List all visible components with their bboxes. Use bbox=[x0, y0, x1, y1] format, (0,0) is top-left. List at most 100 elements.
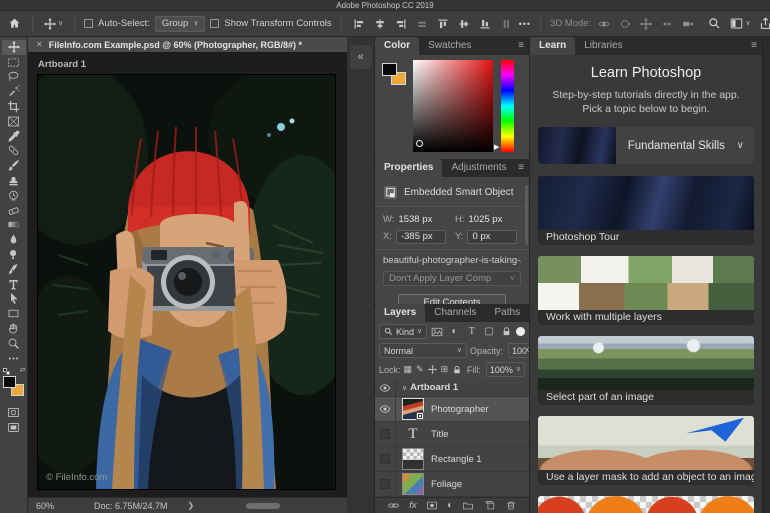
filter-type-layers-button[interactable]: T bbox=[465, 326, 479, 337]
crop-tool[interactable] bbox=[2, 99, 26, 114]
layer-row-title[interactable]: T Title bbox=[375, 422, 529, 447]
swap-colors-icon[interactable]: ⇄ bbox=[20, 366, 26, 374]
hue-slider[interactable] bbox=[501, 60, 514, 152]
new-adjustment-layer-button[interactable]: ◐ bbox=[447, 500, 453, 511]
tab-paths[interactable]: Paths bbox=[486, 304, 529, 322]
visibility-toggle[interactable] bbox=[375, 422, 396, 446]
layer-row-rectangle[interactable]: Rectangle 1 bbox=[375, 447, 529, 472]
saturation-brightness-picker[interactable] bbox=[413, 60, 493, 152]
hidden-visibility-box[interactable] bbox=[380, 479, 390, 489]
toolbar-more-button[interactable] bbox=[2, 351, 26, 366]
auto-select-dropdown[interactable]: Group ∨ bbox=[154, 15, 206, 32]
type-tool[interactable] bbox=[2, 277, 26, 292]
status-popup-chevron[interactable]: ❯ bbox=[188, 501, 195, 510]
lock-position-button[interactable] bbox=[427, 365, 437, 374]
color-picker-selector[interactable] bbox=[416, 140, 423, 147]
zoom-tool[interactable] bbox=[2, 336, 26, 351]
lock-transparency-button[interactable]: ▦ bbox=[404, 364, 413, 375]
filter-toggle-light[interactable] bbox=[516, 327, 526, 336]
filter-shape-layers-button[interactable]: ▢ bbox=[482, 326, 496, 337]
workspace-switcher[interactable]: ∨ bbox=[728, 15, 752, 32]
foreground-background-swatches[interactable]: ⇄ bbox=[2, 367, 26, 400]
panel-menu-icon[interactable]: ≡ bbox=[518, 37, 529, 55]
hand-tool[interactable] bbox=[2, 321, 26, 336]
close-tab-icon[interactable]: ✕ bbox=[36, 40, 43, 49]
rectangle-tool[interactable] bbox=[2, 306, 26, 321]
layer-thumbnail[interactable] bbox=[402, 398, 424, 420]
align-center-v-button[interactable] bbox=[456, 16, 472, 32]
frame-tool[interactable] bbox=[2, 114, 26, 129]
align-top-button[interactable] bbox=[435, 16, 451, 32]
tab-channels[interactable]: Channels bbox=[425, 304, 485, 322]
distribute-h-button[interactable] bbox=[414, 16, 430, 32]
align-more-button[interactable]: ••• bbox=[519, 19, 531, 29]
panel-menu-icon[interactable]: ≡ bbox=[518, 159, 529, 177]
tutorial-card-layer-mask[interactable]: Use a layer mask to add an object to an … bbox=[538, 415, 754, 485]
screen-mode-button[interactable] bbox=[2, 420, 26, 435]
visibility-toggle[interactable] bbox=[375, 447, 396, 471]
tutorial-card-select-part[interactable]: Select part of an image bbox=[538, 335, 754, 405]
new-layer-button[interactable] bbox=[484, 500, 496, 511]
foreground-color-swatch[interactable] bbox=[382, 63, 397, 76]
visibility-toggle[interactable] bbox=[375, 397, 396, 421]
canvas[interactable]: Artboard 1 © FileInfo.com bbox=[28, 53, 347, 497]
tutorial-card-multiple-layers[interactable]: Work with multiple layers bbox=[538, 255, 754, 325]
auto-select-checkbox[interactable] bbox=[84, 19, 94, 28]
panel-menu-icon[interactable]: ≡ bbox=[751, 37, 762, 55]
3d-roll-button[interactable] bbox=[617, 16, 633, 32]
layer-row-photographer[interactable]: Photographer bbox=[375, 397, 529, 422]
tutorial-card-photoshop-tour[interactable]: Photoshop Tour bbox=[538, 175, 754, 245]
quick-mask-button[interactable] bbox=[2, 406, 26, 421]
tab-learn[interactable]: Learn bbox=[530, 37, 576, 55]
layer-effects-button[interactable]: fx bbox=[409, 500, 416, 511]
artboard-label[interactable]: Artboard 1 bbox=[38, 59, 86, 70]
move-tool-preset[interactable]: ∨ bbox=[42, 16, 65, 32]
hidden-visibility-box[interactable] bbox=[380, 454, 390, 464]
link-layers-button[interactable] bbox=[387, 500, 400, 511]
tutorial-card-partial[interactable] bbox=[538, 495, 754, 513]
align-center-h-button[interactable] bbox=[372, 16, 388, 32]
tab-color[interactable]: Color bbox=[375, 37, 420, 55]
chevron-down-icon[interactable]: ∨ bbox=[402, 384, 407, 392]
eyedropper-tool[interactable] bbox=[2, 129, 26, 144]
layer-comp-select[interactable]: Don't Apply Layer Comp ∨ bbox=[383, 271, 521, 286]
edit-contents-button[interactable]: Edit Contents bbox=[398, 294, 506, 304]
new-group-button[interactable] bbox=[462, 500, 474, 511]
visibility-toggle[interactable] bbox=[375, 379, 396, 396]
align-left-button[interactable] bbox=[351, 16, 367, 32]
tab-swatches[interactable]: Swatches bbox=[419, 37, 480, 55]
3d-camera-button[interactable] bbox=[680, 16, 696, 32]
artboard[interactable]: © FileInfo.com bbox=[37, 74, 336, 490]
dodge-tool[interactable] bbox=[2, 247, 26, 262]
3d-orbit-button[interactable] bbox=[596, 16, 612, 32]
y-position-field[interactable]: 0 px bbox=[467, 229, 518, 244]
pen-tool[interactable] bbox=[2, 262, 26, 277]
lock-artboard-button[interactable]: ⊞ bbox=[441, 364, 449, 375]
x-position-field[interactable]: -385 px bbox=[395, 229, 446, 244]
rectangular-marquee-tool[interactable] bbox=[2, 55, 26, 70]
tab-layers[interactable]: Layers bbox=[375, 304, 426, 322]
history-brush-tool[interactable] bbox=[2, 188, 26, 203]
home-button[interactable] bbox=[6, 15, 23, 32]
show-transform-checkbox[interactable] bbox=[210, 19, 220, 28]
lock-all-button[interactable] bbox=[452, 365, 462, 375]
layer-thumbnail[interactable] bbox=[402, 448, 424, 470]
eraser-tool[interactable] bbox=[2, 203, 26, 218]
tab-adjustments[interactable]: Adjustments bbox=[442, 159, 515, 177]
search-button[interactable] bbox=[706, 15, 723, 32]
layer-row-artboard[interactable]: ∨ Artboard 1 bbox=[375, 379, 529, 397]
layer-row-foliage[interactable]: Foliage bbox=[375, 472, 529, 497]
hue-slider-arrow[interactable]: ▶ bbox=[494, 143, 499, 151]
zoom-level-field[interactable]: 60% bbox=[36, 501, 76, 511]
collapsed-panel-icon[interactable]: « bbox=[349, 45, 372, 69]
layer-thumbnail[interactable] bbox=[402, 473, 424, 495]
default-colors-icon[interactable] bbox=[2, 367, 10, 375]
share-button[interactable] bbox=[757, 15, 770, 32]
gradient-tool[interactable] bbox=[2, 218, 26, 233]
filter-smart-objects-button[interactable] bbox=[499, 326, 513, 337]
blur-tool[interactable] bbox=[2, 232, 26, 247]
opacity-field[interactable]: 100% ∨ bbox=[508, 343, 529, 358]
magic-wand-tool[interactable] bbox=[2, 84, 26, 99]
blend-mode-dropdown[interactable]: Normal ∨ bbox=[379, 343, 467, 358]
visibility-toggle[interactable] bbox=[375, 472, 396, 496]
